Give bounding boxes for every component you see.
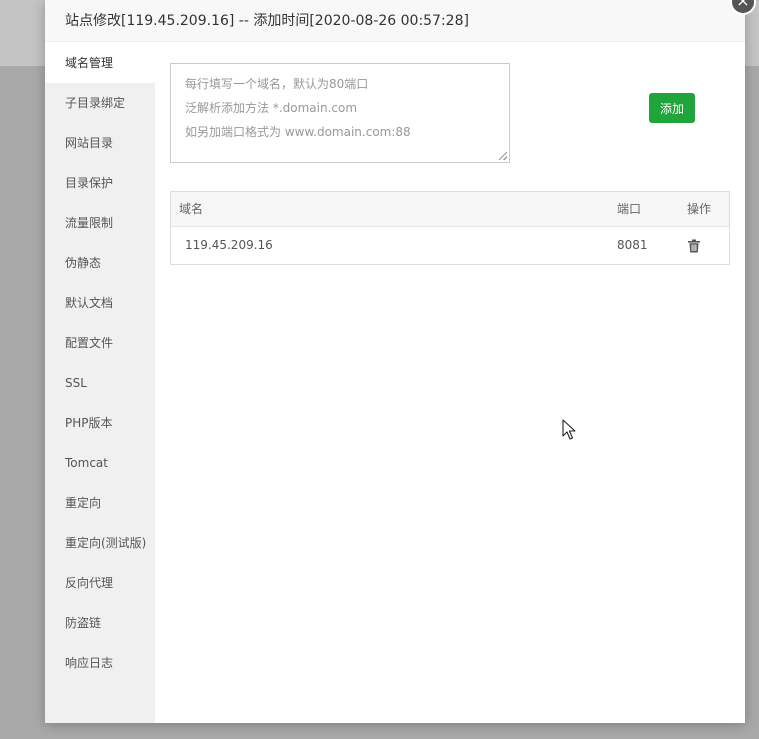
sidebar-item-redirect-beta[interactable]: 重定向(测试版)	[45, 523, 155, 563]
sidebar-item-subdirectory-binding[interactable]: 子目录绑定	[45, 83, 155, 123]
port-cell: 8081	[617, 238, 648, 252]
table-row: 119.45.209.16 8081	[171, 227, 729, 264]
domain-table: 域名 端口 操作 119.45.209.16 8081	[170, 191, 730, 265]
sidebar-item-ssl[interactable]: SSL	[45, 363, 155, 403]
sidebar-item-default-document[interactable]: 默认文档	[45, 283, 155, 323]
sidebar-item-rewrite[interactable]: 伪静态	[45, 243, 155, 283]
close-icon: ×	[736, 0, 750, 10]
sidebar-item-hotlink-protection[interactable]: 防盗链	[45, 603, 155, 643]
column-header-port: 端口	[617, 202, 642, 216]
sidebar-item-directory-protection[interactable]: 目录保护	[45, 163, 155, 203]
add-domain-button[interactable]: 添加	[649, 93, 695, 123]
sidebar-item-site-directory[interactable]: 网站目录	[45, 123, 155, 163]
sidebar-item-domain-management[interactable]: 域名管理	[45, 43, 155, 83]
sidebar-item-php-version[interactable]: PHP版本	[45, 403, 155, 443]
column-header-operation: 操作	[687, 202, 712, 216]
sidebar-item-reverse-proxy[interactable]: 反向代理	[45, 563, 155, 603]
sidebar: 域名管理 子目录绑定 网站目录 目录保护 流量限制 伪静态 默认文档 配置文件 …	[45, 43, 155, 723]
column-header-domain: 域名	[179, 202, 204, 216]
placeholder-line: 泛解析添加方法 *.domain.com	[185, 101, 358, 115]
placeholder-line: 如另加端口格式为 www.domain.com:88	[185, 125, 411, 139]
sidebar-item-traffic-limit[interactable]: 流量限制	[45, 203, 155, 243]
domain-cell: 119.45.209.16	[185, 238, 273, 252]
sidebar-item-response-log[interactable]: 响应日志	[45, 643, 155, 683]
dialog-title: 站点修改[119.45.209.16] -- 添加时间[2020-08-26 0…	[45, 0, 745, 42]
trash-icon[interactable]	[687, 239, 701, 253]
table-header: 域名 端口 操作	[171, 192, 729, 227]
sidebar-item-redirect[interactable]: 重定向	[45, 483, 155, 523]
mouse-cursor-icon	[562, 419, 576, 440]
sidebar-item-config-file[interactable]: 配置文件	[45, 323, 155, 363]
operation-cell	[687, 227, 701, 264]
domain-textarea[interactable]: 每行填写一个域名，默认为80端口 泛解析添加方法 *.domain.com 如另…	[170, 63, 510, 163]
site-edit-dialog: 站点修改[119.45.209.16] -- 添加时间[2020-08-26 0…	[45, 0, 756, 723]
placeholder-line: 每行填写一个域名，默认为80端口	[185, 77, 369, 91]
sidebar-item-tomcat[interactable]: Tomcat	[45, 443, 155, 483]
resize-handle[interactable]	[499, 152, 507, 160]
